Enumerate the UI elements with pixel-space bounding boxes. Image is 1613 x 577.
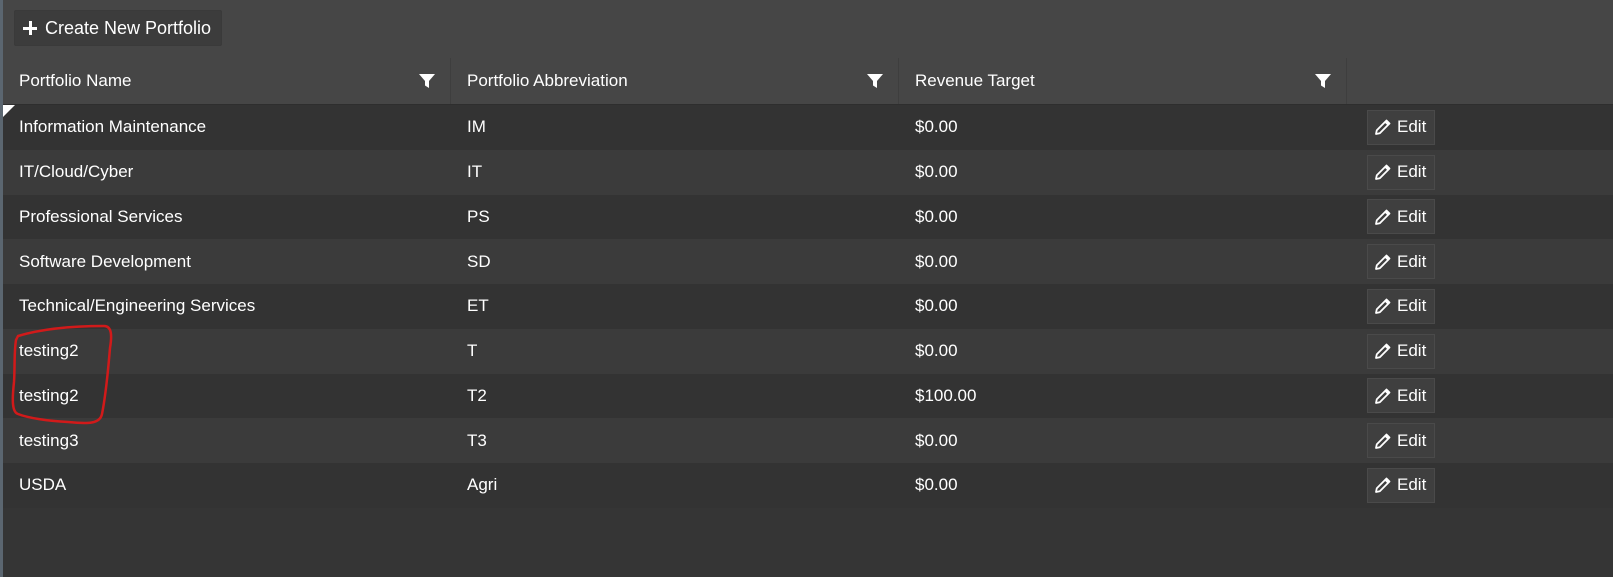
edit-label: Edit — [1397, 162, 1427, 182]
revenue-target-cell: $0.00 — [915, 475, 958, 495]
portfolio-name-cell: Information Maintenance — [19, 117, 207, 137]
pencil-icon — [1375, 343, 1391, 360]
revenue-target-cell: $0.00 — [915, 162, 958, 182]
edit-button[interactable]: Edit — [1367, 244, 1436, 280]
edit-button[interactable]: Edit — [1367, 154, 1436, 190]
revenue-target-cell: $0.00 — [915, 206, 958, 226]
portfolio-name-cell: testing3 — [19, 430, 79, 450]
edit-label: Edit — [1397, 430, 1427, 450]
edit-label: Edit — [1397, 117, 1427, 137]
pencil-icon — [1375, 209, 1391, 225]
revenue-target-cell: $0.00 — [915, 430, 958, 450]
edit-label: Edit — [1397, 385, 1427, 405]
actions-cell: Edit — [1347, 199, 1613, 235]
column-header-label: Portfolio Name — [19, 71, 132, 90]
column-header-revenue-target[interactable]: Revenue Target — [899, 58, 1347, 104]
pencil-icon — [1375, 388, 1391, 404]
filter-icon[interactable] — [866, 72, 884, 90]
grid-header: Portfolio Name Portfolio Abbreviation Re… — [3, 58, 1613, 105]
table-row[interactable]: testing2 T2 $100.00 Edit — [3, 373, 1613, 419]
column-header-label: Revenue Target — [915, 71, 1035, 90]
portfolio-abbreviation-cell: T — [467, 341, 478, 361]
edit-button[interactable]: Edit — [1367, 423, 1436, 459]
revenue-target-cell: $100.00 — [915, 385, 977, 405]
plus-icon — [23, 21, 37, 35]
actions-cell: Edit — [1347, 378, 1613, 414]
selection-corner-marker — [3, 105, 15, 117]
portfolio-name-cell: testing2 — [19, 341, 79, 361]
revenue-target-cell: $0.00 — [915, 117, 958, 137]
filter-icon[interactable] — [1314, 72, 1332, 90]
pencil-icon — [1375, 254, 1391, 270]
portfolio-name-cell: Technical/Engineering Services — [19, 296, 256, 316]
actions-cell: Edit — [1347, 333, 1613, 369]
table-row[interactable]: Information Maintenance IM $0.00 Edit — [3, 105, 1613, 150]
portfolio-abbreviation-cell: IT — [467, 162, 483, 182]
edit-button[interactable]: Edit — [1367, 199, 1436, 235]
table-row[interactable]: testing2 T $0.00 Edit — [3, 328, 1613, 374]
pencil-icon — [1375, 477, 1391, 494]
create-new-portfolio-button[interactable]: Create New Portfolio — [14, 10, 223, 46]
table-row[interactable]: testing3 T3 $0.00 Edit — [3, 418, 1613, 463]
pencil-icon — [1375, 164, 1391, 181]
edit-label: Edit — [1397, 475, 1427, 495]
portfolio-abbreviation-cell: T2 — [467, 385, 487, 405]
portfolio-grid: Portfolio Name Portfolio Abbreviation Re… — [3, 58, 1613, 508]
grid-body: Information Maintenance IM $0.00 Edit IT… — [3, 105, 1613, 508]
edit-label: Edit — [1397, 341, 1427, 361]
filter-icon[interactable] — [418, 72, 436, 90]
column-header-portfolio-name[interactable]: Portfolio Name — [3, 58, 451, 104]
pencil-icon — [1375, 298, 1391, 315]
column-header-portfolio-abbreviation[interactable]: Portfolio Abbreviation — [451, 58, 899, 104]
revenue-target-cell: $0.00 — [915, 251, 958, 271]
actions-cell: Edit — [1347, 154, 1613, 190]
revenue-target-cell: $0.00 — [915, 341, 958, 361]
portfolio-abbreviation-cell: PS — [467, 206, 490, 226]
create-new-portfolio-label: Create New Portfolio — [45, 17, 212, 38]
table-row[interactable]: Software Development SD $0.00 Edit — [3, 239, 1613, 284]
portfolio-abbreviation-cell: Agri — [467, 475, 498, 495]
edit-button[interactable]: Edit — [1367, 333, 1436, 369]
actions-cell: Edit — [1347, 244, 1613, 280]
portfolio-abbreviation-cell: IM — [467, 117, 486, 137]
portfolio-name-cell: testing2 — [19, 385, 79, 405]
edit-button[interactable]: Edit — [1367, 288, 1436, 324]
pencil-icon — [1375, 119, 1391, 136]
edit-label: Edit — [1397, 296, 1427, 316]
portfolio-abbreviation-cell: SD — [467, 251, 491, 271]
portfolio-abbreviation-cell: T3 — [467, 430, 487, 450]
edit-label: Edit — [1397, 251, 1427, 271]
column-header-label: Portfolio Abbreviation — [467, 71, 628, 90]
edit-button[interactable]: Edit — [1367, 378, 1436, 414]
table-row[interactable]: IT/Cloud/Cyber IT $0.00 Edit — [3, 149, 1613, 195]
actions-cell: Edit — [1347, 423, 1613, 459]
pencil-icon — [1375, 433, 1391, 449]
portfolio-name-cell: IT/Cloud/Cyber — [19, 162, 134, 182]
table-row[interactable]: Professional Services PS $0.00 Edit — [3, 194, 1613, 240]
portfolio-name-cell: USDA — [19, 475, 67, 495]
actions-cell: Edit — [1347, 288, 1613, 324]
edit-button[interactable]: Edit — [1367, 109, 1436, 145]
table-row[interactable]: USDA Agri $0.00 Edit — [3, 463, 1613, 508]
column-header-actions — [1347, 58, 1613, 104]
actions-cell: Edit — [1347, 467, 1613, 503]
portfolio-name-cell: Professional Services — [19, 206, 183, 226]
revenue-target-cell: $0.00 — [915, 296, 958, 316]
portfolio-name-cell: Software Development — [19, 251, 191, 271]
edit-button[interactable]: Edit — [1367, 467, 1436, 503]
edit-label: Edit — [1397, 206, 1427, 226]
toolbar: Create New Portfolio — [3, 0, 1613, 58]
actions-cell: Edit — [1347, 109, 1613, 145]
table-row[interactable]: Technical/Engineering Services ET $0.00 … — [3, 284, 1613, 329]
portfolio-abbreviation-cell: ET — [467, 296, 489, 316]
